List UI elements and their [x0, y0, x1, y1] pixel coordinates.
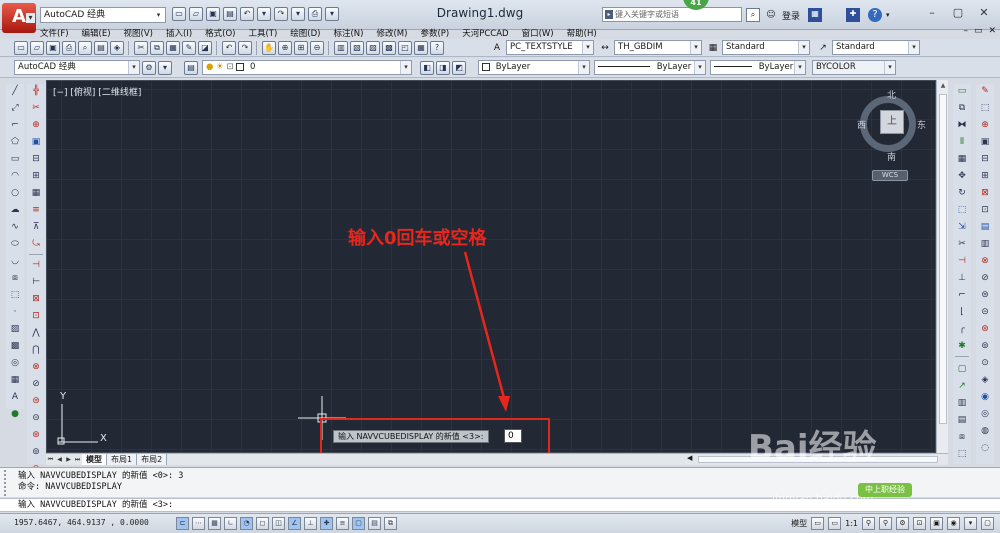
grid-display-icon[interactable]: ▦: [208, 517, 221, 530]
dynamic-input-prompt: 输入 NAVVCUBEDISPLAY 的新值 <3>:: [333, 430, 489, 443]
allow-ucs-icon[interactable]: ⊥: [304, 517, 317, 530]
quick-view-drawings-icon[interactable]: ▭: [828, 517, 842, 530]
annotation-scale-label[interactable]: 1:1: [845, 519, 858, 528]
baidu-watermark-badge: 中上职经验: [858, 483, 912, 497]
application-menu-button[interactable]: A ▾: [2, 3, 36, 33]
hardware-acceleration-icon[interactable]: ▣: [930, 517, 943, 530]
selection-cycling-icon[interactable]: ⧉: [384, 517, 397, 530]
auto-scale-icon[interactable]: ⚲: [879, 517, 892, 530]
annotation-arrow-head: [498, 396, 510, 412]
command-history-line: 输入 NAVVCUBEDISPLAY 的新值 <0>: 3: [18, 471, 184, 481]
coordinate-readout[interactable]: 1957.6467, 464.9137 , 0.0000: [14, 518, 149, 527]
ucs-y-label: Y: [60, 391, 67, 402]
tab-next-icon[interactable]: ▶: [64, 455, 73, 465]
object-snap-icon[interactable]: ◻: [256, 517, 269, 530]
polar-tracking-icon[interactable]: ◔: [240, 517, 253, 530]
3d-osnap-icon[interactable]: ◫: [272, 517, 285, 530]
annotation-arrow-line: [463, 251, 506, 399]
ortho-mode-icon[interactable]: ∟: [224, 517, 237, 530]
tab-layout2[interactable]: 布局2: [137, 454, 168, 465]
model-space-label[interactable]: 模型: [791, 518, 807, 529]
dynamic-input-icon[interactable]: ✚: [320, 517, 333, 530]
tab-last-icon[interactable]: ⏭: [73, 455, 82, 465]
ucs-x-label: X: [100, 433, 107, 444]
scroll-left-icon[interactable]: ◀: [687, 454, 692, 462]
tab-layout1[interactable]: 布局1: [107, 454, 138, 465]
status-menu-icon[interactable]: ▾: [964, 517, 977, 530]
tab-model[interactable]: 模型: [82, 454, 107, 465]
infer-constraints-icon[interactable]: ⊏: [176, 517, 189, 530]
annotation-text: 输入0回车或空格: [348, 228, 487, 249]
status-right-tools: 模型 ▭ ▭ 1:1 ⚲ ⚲ ⚙ ⊡ ▣ ◉ ▾ ▢: [791, 517, 994, 530]
annotation-visibility-icon[interactable]: ⚲: [862, 517, 875, 530]
ucs-origin: [57, 437, 65, 445]
status-bar: 1957.6467, 464.9137 , 0.0000 ⊏ ⋯ ▦ ∟ ◔ ◻…: [0, 513, 1000, 533]
object-snap-tracking-icon[interactable]: ∠: [288, 517, 301, 530]
quick-properties-icon[interactable]: ▤: [368, 517, 381, 530]
tab-first-icon[interactable]: ⏮: [46, 455, 55, 465]
tab-prev-icon[interactable]: ◀: [55, 455, 64, 465]
autocad-logo: A: [12, 6, 26, 27]
lineweight-icon[interactable]: ≡: [336, 517, 349, 530]
lock-icon[interactable]: ⊡: [913, 517, 926, 530]
baidu-watermark: Bai经验: [748, 428, 877, 468]
quick-view-layouts-icon[interactable]: ▭: [811, 517, 825, 530]
snap-mode-icon[interactable]: ⋯: [192, 517, 205, 530]
dynamic-input-field[interactable]: 0: [504, 429, 522, 443]
clean-screen-icon[interactable]: ▢: [981, 517, 994, 530]
drafting-modes: ⊏ ⋯ ▦ ∟ ◔ ◻ ◫ ∠ ⊥ ✚ ≡ ▢ ▤ ⧉: [176, 517, 397, 530]
chevron-down-icon: ▾: [26, 13, 35, 23]
workspace-switching-icon[interactable]: ⚙: [896, 517, 909, 530]
isolate-objects-icon[interactable]: ◉: [947, 517, 960, 530]
command-window-grip[interactable]: [4, 470, 10, 496]
transparency-icon[interactable]: ▢: [352, 517, 365, 530]
